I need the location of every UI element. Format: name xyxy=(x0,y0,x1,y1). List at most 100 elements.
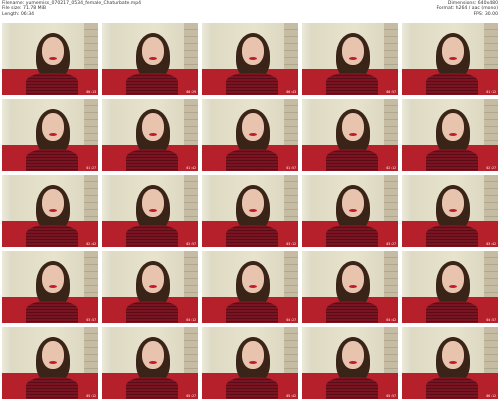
striped-shirt xyxy=(226,377,278,399)
stone-wall xyxy=(284,23,298,69)
curtain xyxy=(302,251,312,301)
face xyxy=(142,189,164,217)
striped-shirt xyxy=(26,73,78,95)
lips xyxy=(349,285,357,288)
striped-shirt xyxy=(26,301,78,323)
thumbnail-timestamp: 02:27 xyxy=(486,166,496,170)
face xyxy=(342,113,364,141)
curtain xyxy=(402,99,412,149)
video-thumbnail: 02:12 xyxy=(302,99,398,171)
video-thumbnail: 03:12 xyxy=(202,175,298,247)
lips xyxy=(149,285,157,288)
thumbnail-timestamp: 01:57 xyxy=(286,166,296,170)
curtain xyxy=(402,251,412,301)
lips xyxy=(149,133,157,136)
face xyxy=(142,113,164,141)
video-thumbnail: 02:42 xyxy=(2,175,98,247)
stone-wall xyxy=(84,99,98,145)
stone-wall xyxy=(384,99,398,145)
stone-wall xyxy=(284,175,298,221)
face xyxy=(42,37,64,65)
video-thumbnail: 01:57 xyxy=(202,99,298,171)
curtain xyxy=(2,99,12,149)
thumbnail-timestamp: 04:27 xyxy=(286,318,296,322)
lips xyxy=(449,209,457,212)
stone-wall xyxy=(484,175,498,221)
lips xyxy=(149,209,157,212)
curtain xyxy=(302,327,312,377)
lips xyxy=(49,209,57,212)
stone-wall xyxy=(84,327,98,373)
face xyxy=(142,265,164,293)
video-thumbnail: 00:29 xyxy=(102,23,198,95)
stone-wall xyxy=(284,327,298,373)
file-info: Filename: yumemiss_070217_0534_female_Ch… xyxy=(2,1,141,17)
stone-wall xyxy=(184,327,198,373)
lips xyxy=(249,361,257,364)
thumbnail-timestamp: 05:57 xyxy=(386,394,396,398)
thumbnail-grid: 00:13 00:29 00:43 00:57 01:12 01:27 01:42 01:57… xyxy=(2,23,498,399)
curtain xyxy=(2,175,12,225)
striped-shirt xyxy=(426,301,478,323)
face xyxy=(242,113,264,141)
lips xyxy=(349,133,357,136)
stone-wall xyxy=(184,99,198,145)
striped-shirt xyxy=(426,73,478,95)
stone-wall xyxy=(184,23,198,69)
thumbnail-timestamp: 03:57 xyxy=(86,318,96,322)
lips xyxy=(349,57,357,60)
video-thumbnail: 00:43 xyxy=(202,23,298,95)
video-thumbnail: 05:27 xyxy=(102,327,198,399)
stone-wall xyxy=(184,175,198,221)
stone-wall xyxy=(84,251,98,297)
lips xyxy=(249,209,257,212)
striped-shirt xyxy=(26,149,78,171)
lips xyxy=(249,57,257,60)
stone-wall xyxy=(84,175,98,221)
video-thumbnail: 04:27 xyxy=(202,251,298,323)
striped-shirt xyxy=(126,73,178,95)
stone-wall xyxy=(284,99,298,145)
lips xyxy=(449,285,457,288)
thumbnail-timestamp: 00:43 xyxy=(286,90,296,94)
fps-text: FPS: 30.00 xyxy=(473,11,499,17)
video-thumbnail: 00:57 xyxy=(302,23,398,95)
lips xyxy=(49,361,57,364)
curtain xyxy=(102,327,112,377)
video-thumbnail: 02:27 xyxy=(402,99,498,171)
face xyxy=(442,265,464,293)
video-thumbnail: 04:42 xyxy=(302,251,398,323)
stone-wall xyxy=(384,175,398,221)
curtain xyxy=(102,251,112,301)
face xyxy=(442,341,464,369)
striped-shirt xyxy=(426,149,478,171)
face xyxy=(242,341,264,369)
thumbnail-timestamp: 00:29 xyxy=(186,90,196,94)
thumbnail-timestamp: 04:12 xyxy=(186,318,196,322)
thumbnail-timestamp: 02:57 xyxy=(186,242,196,246)
face xyxy=(442,113,464,141)
face xyxy=(242,37,264,65)
curtain xyxy=(302,99,312,149)
video-thumbnail: 02:57 xyxy=(102,175,198,247)
face xyxy=(342,265,364,293)
striped-shirt xyxy=(126,149,178,171)
thumbnail-timestamp: 03:12 xyxy=(286,242,296,246)
curtain xyxy=(302,23,312,73)
curtain xyxy=(202,99,212,149)
striped-shirt xyxy=(26,377,78,399)
striped-shirt xyxy=(126,377,178,399)
lips xyxy=(349,209,357,212)
face xyxy=(42,265,64,293)
curtain xyxy=(202,23,212,73)
striped-shirt xyxy=(326,301,378,323)
thumbnail-timestamp: 05:27 xyxy=(186,394,196,398)
video-thumbnail: 01:42 xyxy=(102,99,198,171)
stone-wall xyxy=(84,23,98,69)
stone-wall xyxy=(384,327,398,373)
video-thumbnail: 03:27 xyxy=(302,175,398,247)
face xyxy=(42,189,64,217)
curtain xyxy=(102,23,112,73)
thumbnail-timestamp: 01:42 xyxy=(186,166,196,170)
video-thumbnail: 06:12 xyxy=(402,327,498,399)
